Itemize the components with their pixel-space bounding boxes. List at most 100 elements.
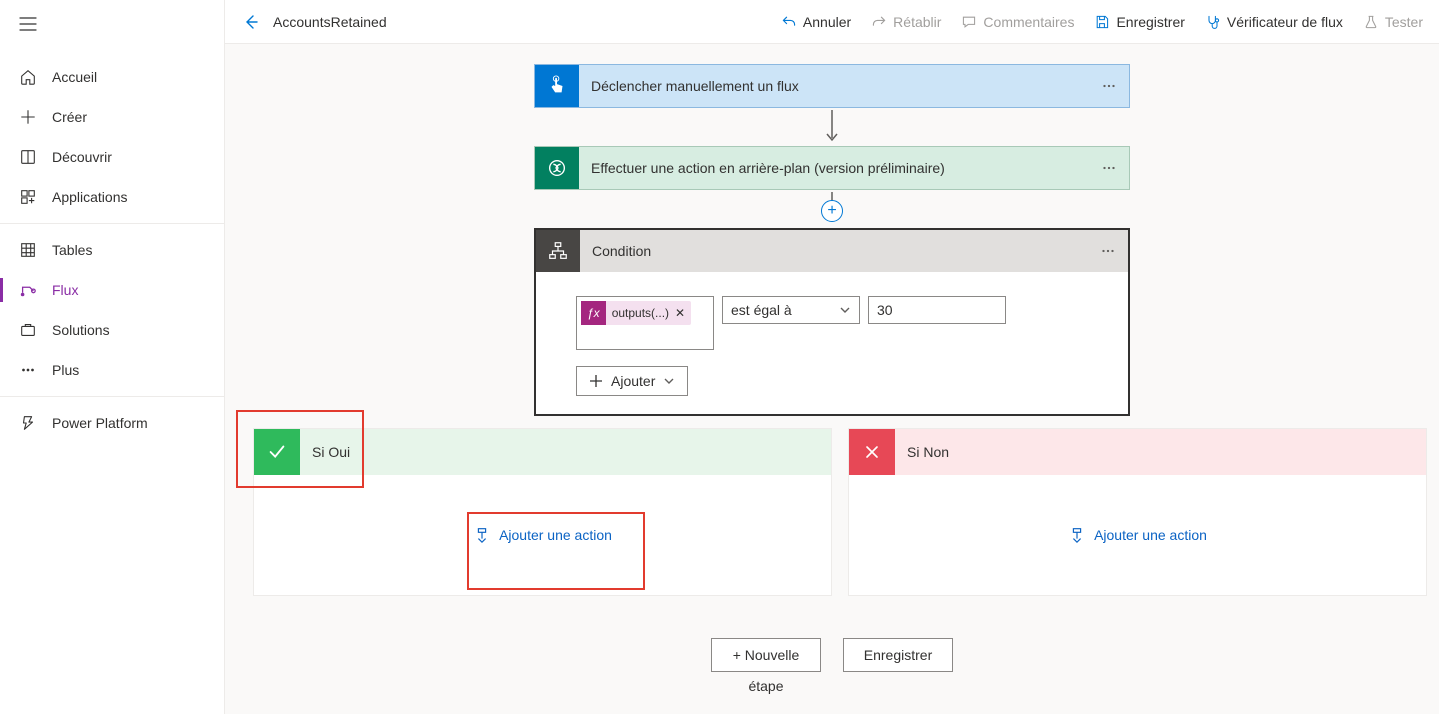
- card-menu[interactable]: [1089, 77, 1129, 95]
- sidebar-item-label: Créer: [52, 109, 87, 125]
- chevron-down-icon: [663, 375, 675, 387]
- apps-icon: [18, 187, 38, 207]
- flow-icon: [18, 280, 38, 300]
- sidebar-item-more[interactable]: Plus: [0, 350, 224, 390]
- add-condition-button[interactable]: Ajouter: [576, 366, 688, 396]
- card-title: Déclencher manuellement un flux: [579, 78, 1089, 94]
- plus-icon: [18, 107, 38, 127]
- expression-label: outputs(...): [612, 306, 669, 320]
- undo-icon: [781, 14, 797, 30]
- action-label: Rétablir: [893, 14, 941, 30]
- condition-card-header[interactable]: Condition: [534, 228, 1130, 272]
- save-icon: [1094, 14, 1110, 30]
- card-menu[interactable]: [1089, 159, 1129, 177]
- sidebar-item-home[interactable]: Accueil: [0, 57, 224, 97]
- topbar: AccountsRetained Annuler Rétablir Commen…: [225, 0, 1439, 44]
- ellipsis-icon: [1100, 159, 1118, 177]
- fx-icon: ƒx: [581, 301, 606, 325]
- sidebar-item-label: Solutions: [52, 322, 110, 338]
- arrow-left-icon: [241, 12, 261, 32]
- flow-name: AccountsRetained: [273, 14, 387, 30]
- condition-icon: [536, 230, 580, 272]
- new-step-sublabel: étape: [748, 678, 783, 694]
- condition-operator-select[interactable]: est égal à: [722, 296, 860, 324]
- chevron-down-icon: [839, 304, 851, 316]
- card-menu[interactable]: [1088, 242, 1128, 260]
- ellipsis-icon: [1100, 77, 1118, 95]
- sidebar-item-apps[interactable]: Applications: [0, 177, 224, 217]
- flow-canvas[interactable]: Déclencher manuellement un flux Effectue…: [225, 44, 1439, 714]
- redo-icon: [871, 14, 887, 30]
- action-label: Annuler: [803, 14, 851, 30]
- sidebar-item-label: Tables: [52, 242, 92, 258]
- card-title: Condition: [580, 243, 1088, 259]
- sidebar-item-label: Flux: [52, 282, 78, 298]
- undo-button[interactable]: Annuler: [781, 14, 851, 30]
- add-action-icon: [1068, 526, 1086, 544]
- sidebar-item-solutions[interactable]: Solutions: [0, 310, 224, 350]
- sidebar-item-tables[interactable]: Tables: [0, 230, 224, 270]
- add-action-no-button[interactable]: Ajouter une action: [1068, 526, 1207, 544]
- connector: [825, 108, 839, 146]
- back-button[interactable]: [241, 12, 261, 32]
- condition-body: ƒx outputs(...) ✕ est égal à 30: [534, 272, 1130, 416]
- cross-icon: [849, 429, 895, 475]
- book-icon: [18, 147, 38, 167]
- power-platform-icon: [18, 413, 38, 433]
- condition-branches: Si Oui Ajouter une action: [225, 428, 1439, 596]
- operator-label: est égal à: [731, 302, 792, 318]
- solutions-icon: [18, 320, 38, 340]
- ellipsis-icon: [1099, 242, 1117, 260]
- test-button: Tester: [1363, 14, 1423, 30]
- save-button[interactable]: Enregistrer: [1094, 14, 1184, 30]
- no-branch-header[interactable]: Si Non: [849, 429, 1426, 475]
- annotation-highlight: [467, 512, 645, 590]
- main-area: AccountsRetained Annuler Rétablir Commen…: [225, 0, 1439, 714]
- comments-button: Commentaires: [961, 14, 1074, 30]
- sidebar-item-label: Accueil: [52, 69, 97, 85]
- remove-expression-button[interactable]: ✕: [675, 306, 685, 320]
- comment-icon: [961, 14, 977, 30]
- connector: +: [825, 190, 839, 228]
- trigger-card[interactable]: Déclencher manuellement un flux: [534, 64, 1130, 108]
- hamburger-icon: [18, 14, 38, 34]
- sidebar-item-flows[interactable]: Flux: [0, 270, 224, 310]
- sidebar-item-label: Applications: [52, 189, 128, 205]
- new-step-label: + Nouvelle: [733, 647, 800, 663]
- insert-step-button[interactable]: +: [821, 200, 843, 222]
- footer-save-button[interactable]: Enregistrer: [843, 638, 953, 672]
- no-branch: Si Non Ajouter une action: [848, 428, 1427, 596]
- new-step-button[interactable]: + Nouvelle: [711, 638, 821, 672]
- sidebar-item-platform[interactable]: Power Platform: [0, 403, 224, 443]
- plus-icon: [589, 374, 603, 388]
- hamburger-menu[interactable]: [0, 0, 224, 51]
- condition-right-operand[interactable]: 30: [868, 296, 1006, 324]
- dataverse-icon: [535, 147, 579, 189]
- add-action-label: Ajouter une action: [1094, 527, 1207, 543]
- redo-button: Rétablir: [871, 14, 941, 30]
- flask-icon: [1363, 14, 1379, 30]
- expression-pill[interactable]: ƒx outputs(...) ✕: [581, 301, 691, 325]
- touch-icon: [535, 65, 579, 107]
- home-icon: [18, 67, 38, 87]
- sidebar-item-create[interactable]: Créer: [0, 97, 224, 137]
- action-label: Commentaires: [983, 14, 1074, 30]
- action-label: Enregistrer: [1116, 14, 1184, 30]
- flow-checker-button[interactable]: Vérificateur de flux: [1205, 14, 1343, 30]
- action-label: Tester: [1385, 14, 1423, 30]
- condition-left-operand[interactable]: ƒx outputs(...) ✕: [576, 296, 714, 350]
- stethoscope-icon: [1205, 14, 1221, 30]
- sidebar: Accueil Créer Découvrir Applications Tab…: [0, 0, 225, 714]
- more-icon: [18, 360, 38, 380]
- yes-branch: Si Oui Ajouter une action: [253, 428, 832, 596]
- card-title: Effectuer une action en arrière-plan (ve…: [579, 160, 1089, 176]
- sidebar-item-label: Découvrir: [52, 149, 112, 165]
- value-text: 30: [877, 302, 893, 318]
- branch-title: Si Non: [895, 444, 949, 460]
- table-icon: [18, 240, 38, 260]
- unbound-action-card[interactable]: Effectuer une action en arrière-plan (ve…: [534, 146, 1130, 190]
- sidebar-item-discover[interactable]: Découvrir: [0, 137, 224, 177]
- sidebar-item-label: Power Platform: [52, 415, 148, 431]
- arrow-down-icon: [825, 110, 839, 144]
- footer-actions: + Nouvelle étape Enregistrer: [711, 638, 953, 694]
